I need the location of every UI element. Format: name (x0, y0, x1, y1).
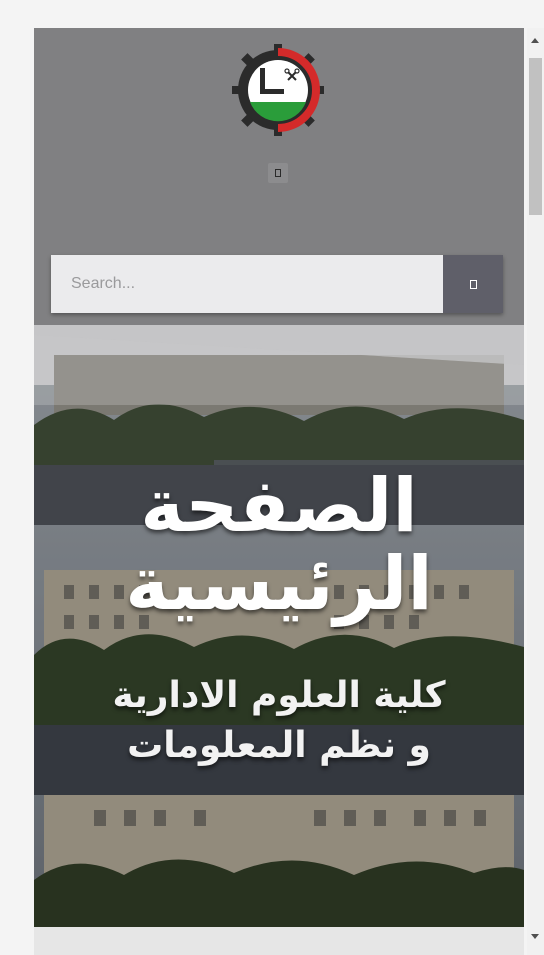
scroll-up-arrow-icon[interactable] (531, 38, 539, 43)
search-button[interactable] (443, 255, 503, 313)
menu-toggle-icon (275, 169, 281, 177)
vertical-scrollbar[interactable] (527, 28, 544, 955)
hero-subtitle-line-1: كلية العلوم الادارية (112, 675, 446, 716)
hero-banner: الصفحة الرئيسية كلية العلوم الادارية و ن… (34, 325, 524, 927)
search-icon (469, 279, 477, 289)
search-bar (51, 255, 503, 313)
scrollbar-thumb[interactable] (529, 58, 542, 215)
site-header (34, 28, 524, 325)
hero-subtitle-line-2: و نظم المعلومات (127, 725, 431, 766)
search-input[interactable] (51, 255, 443, 313)
scroll-down-arrow-icon[interactable] (531, 934, 539, 939)
next-section-strip (34, 927, 524, 955)
menu-toggle-button[interactable] (268, 163, 288, 183)
hero-title-line-1: الصفحة (140, 463, 418, 549)
hero-title-line-2: الرئيسية (125, 541, 433, 627)
page-frame: الصفحة الرئيسية كلية العلوم الادارية و ن… (34, 28, 524, 955)
university-seal-logo[interactable] (230, 42, 326, 138)
